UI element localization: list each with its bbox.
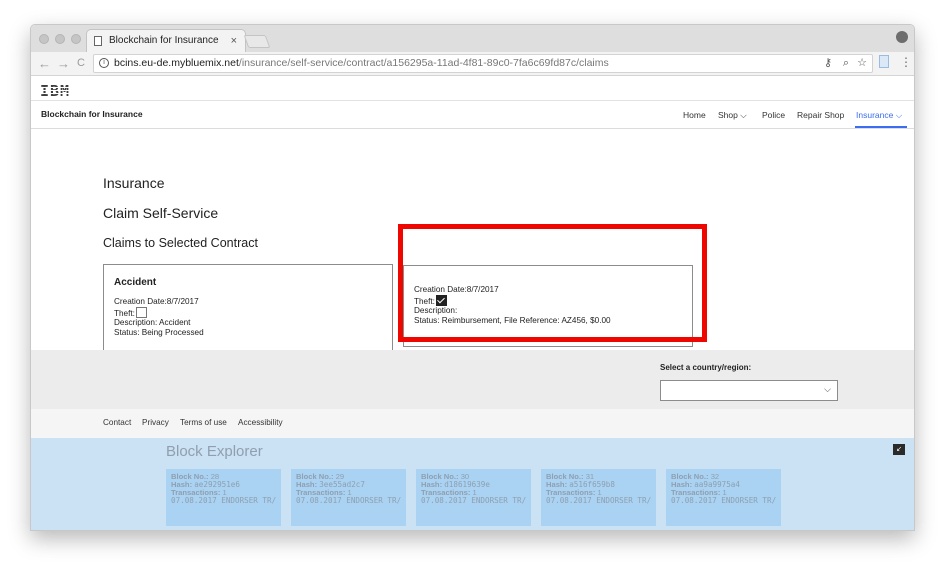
star-icon[interactable]: ☆ [857, 55, 867, 72]
maximize-window-icon[interactable] [71, 34, 81, 44]
site-navigation: Blockchain for Insurance Home Shop ⌵ Pol… [31, 101, 914, 129]
nav-police[interactable]: Police [762, 110, 785, 120]
footer-link-privacy[interactable]: Privacy [142, 418, 169, 427]
block-detail: 07.08.2017 ENDORSER TR/ [171, 496, 277, 505]
url-path: /insurance/self-service/contract/a156295… [238, 57, 609, 69]
page-subtitle: Claim Self-Service [103, 205, 219, 221]
country-label: Select a country/region: [660, 363, 752, 372]
nav-home[interactable]: Home [683, 110, 706, 120]
reload-button[interactable]: C [77, 55, 85, 72]
claim-card: Accident Creation Date:8/7/2017 Theft: D… [103, 264, 393, 359]
address-bar[interactable]: i bcins.eu-de.mybluemix.net/insurance/se… [93, 54, 873, 73]
block-detail: 07.08.2017 ENDORSER TR/ [546, 496, 652, 505]
block-card[interactable]: Block No.: 30 Hash: d18619639e Transacti… [416, 469, 531, 526]
browser-window: Blockchain for Insurance × ← → C i bcins… [30, 24, 915, 531]
menu-icon[interactable]: ⋮ [900, 55, 912, 69]
document-icon [94, 36, 102, 46]
key-icon[interactable]: ⚷ [824, 55, 832, 72]
nav-insurance-label: Insurance [856, 110, 894, 120]
browser-tab[interactable]: Blockchain for Insurance × [86, 29, 246, 53]
profile-icon[interactable] [896, 31, 908, 43]
block-explorer: Block Explorer ↙ Block No.: 28 Hash: ae2… [31, 438, 914, 530]
footer-links: Contact Privacy Terms of use Accessibili… [31, 409, 914, 438]
expand-icon[interactable]: ↙ [893, 444, 905, 455]
chevron-down-icon: ⌵ [895, 110, 903, 120]
block-detail: 07.08.2017 ENDORSER TR/ [421, 496, 527, 505]
close-window-icon[interactable] [39, 34, 49, 44]
page-content: IBM Blockchain for Insurance Home Shop ⌵… [31, 76, 914, 530]
tab-strip: Blockchain for Insurance × [31, 25, 914, 53]
country-select[interactable]: ⌵ [660, 380, 838, 401]
extension-icon[interactable] [879, 55, 889, 68]
footer-region-band: Select a country/region: ⌵ [31, 350, 914, 409]
browser-toolbar: ← → C i bcins.eu-de.mybluemix.net/insura… [31, 52, 914, 76]
claim-status: Status: Being Processed [114, 328, 204, 337]
chevron-down-icon: ⌵ [740, 110, 747, 120]
claim-creation-date: Creation Date:8/7/2017 [114, 297, 199, 306]
block-card[interactable]: Block No.: 32 Hash: aa9a9975a4 Transacti… [666, 469, 781, 526]
info-icon[interactable]: i [99, 58, 109, 68]
footer-link-terms[interactable]: Terms of use [180, 418, 227, 427]
nav-insurance[interactable]: Insurance ⌵ [856, 110, 902, 121]
claim-theft-row: Theft: [114, 307, 147, 318]
block-card[interactable]: Block No.: 28 Hash: ae292951e6 Transacti… [166, 469, 281, 526]
forward-button[interactable]: → [57, 55, 70, 72]
footer-link-accessibility[interactable]: Accessibility [238, 418, 283, 427]
back-button[interactable]: ← [38, 55, 51, 72]
nav-repair-shop[interactable]: Repair Shop [797, 110, 844, 120]
theft-label: Theft: [114, 309, 135, 318]
ibm-logo[interactable]: IBM [40, 82, 70, 100]
theft-checkbox[interactable] [135, 307, 147, 318]
block-explorer-title: Block Explorer [166, 443, 263, 460]
site-title[interactable]: Blockchain for Insurance [41, 109, 143, 119]
tab-close-icon[interactable]: × [231, 30, 237, 52]
claim-title: Accident [114, 277, 157, 288]
chevron-down-icon: ⌵ [824, 384, 831, 394]
claim-description: Description: Accident [114, 318, 191, 327]
url-host: bcins.eu-de.mybluemix.net [114, 57, 239, 69]
section-title: Claims to Selected Contract [103, 236, 258, 250]
block-detail: 07.08.2017 ENDORSER TR/ [671, 496, 777, 505]
highlight-box [398, 224, 707, 342]
footer-link-contact[interactable]: Contact [103, 418, 131, 427]
tab-title: Blockchain for Insurance [109, 35, 219, 46]
new-tab-button[interactable] [243, 35, 271, 48]
minimize-window-icon[interactable] [55, 34, 65, 44]
block-card[interactable]: Block No.: 31 Hash: a516f659b8 Transacti… [541, 469, 656, 526]
active-nav-indicator [855, 126, 907, 128]
page-title: Insurance [103, 175, 165, 191]
block-detail: 07.08.2017 ENDORSER TR/ [296, 496, 402, 505]
zoom-icon[interactable]: ⌕ [843, 55, 849, 72]
nav-shop-label: Shop [718, 110, 738, 120]
nav-shop[interactable]: Shop ⌵ [718, 110, 747, 121]
block-card[interactable]: Block No.: 29 Hash: 3ee55ad2c7 Transacti… [291, 469, 406, 526]
